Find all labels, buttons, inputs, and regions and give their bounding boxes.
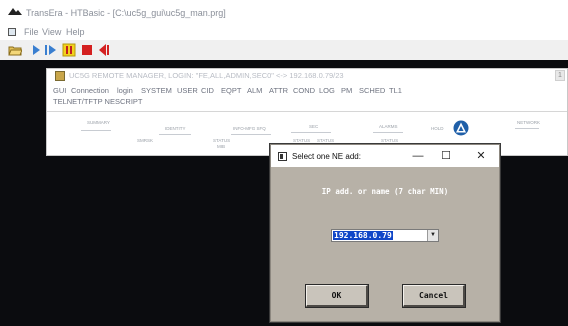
ok-button[interactable]: OK: [306, 285, 368, 307]
menu-script[interactable]: SCRIPT: [115, 96, 143, 107]
remote-manager-titlebar: UC5G REMOTE MANAGER, LOGIN: "FE,ALL,ADMI…: [47, 69, 567, 83]
menu-pm[interactable]: PM: [341, 85, 352, 96]
dialog-title: Select one NE add:: [292, 152, 361, 161]
toolbar-slot-line: [291, 132, 331, 133]
open-folder-icon[interactable]: [8, 43, 22, 57]
dialog-window-icon: [278, 152, 287, 161]
close-button[interactable]: ✕: [472, 148, 490, 164]
menu-cond[interactable]: COND: [293, 85, 315, 96]
toolbar-slot-line: [159, 134, 191, 135]
remote-manager-title: UC5G REMOTE MANAGER, LOGIN: "FE,ALL,ADMI…: [69, 71, 344, 80]
dialog-prompt: IP add. or name (7 char MIN): [321, 187, 449, 196]
run-icon[interactable]: [30, 43, 42, 57]
remote-manager-window: UC5G REMOTE MANAGER, LOGIN: "FE,ALL,ADMI…: [46, 68, 568, 156]
app-title: TransEra - HTBasic - [C:\uc5g_gui\uc5g_m…: [26, 8, 226, 18]
minimize-button[interactable]: —: [409, 148, 427, 164]
step-back-icon[interactable]: [96, 43, 110, 57]
toolbar-label-status[interactable]: STATUS: [213, 138, 230, 143]
menu-tl1[interactable]: TL1: [389, 85, 402, 96]
menu-eqpt[interactable]: EQPT: [221, 85, 241, 96]
toolbar-label-sec[interactable]: SEC: [309, 124, 318, 129]
ne-address-value[interactable]: 192.168.0.79: [333, 231, 393, 240]
toolbar-label-info-mfg-sfq[interactable]: INFO-MFG SFQ: [233, 126, 266, 131]
toolbar-slot-line: [231, 134, 271, 135]
menu-cid[interactable]: CID: [201, 85, 214, 96]
menu-sched[interactable]: SCHED: [359, 85, 385, 96]
toolbar-slot-line: [373, 132, 403, 133]
toolbar-label-alarms[interactable]: ALARMS: [379, 124, 398, 129]
menu-log[interactable]: LOG: [319, 85, 335, 96]
toolbar-slot-line: [515, 128, 539, 129]
menu-view[interactable]: View: [42, 27, 61, 37]
menu-attr[interactable]: ATTR: [269, 85, 288, 96]
toolbar-label-status-4[interactable]: STATUS: [381, 138, 398, 143]
menu-telnet-tftp-ne[interactable]: TELNET/TFTP NE: [53, 96, 115, 107]
menu-connection[interactable]: Connection: [71, 85, 109, 96]
toolbar-label-status-2[interactable]: STATUS: [293, 138, 310, 143]
window-control-button[interactable]: 1: [555, 70, 565, 81]
toolbar-slot-line: [81, 130, 111, 131]
toolbar-label-identity[interactable]: IDENTITY: [165, 126, 186, 131]
continue-icon[interactable]: [44, 43, 58, 57]
chevron-down-icon[interactable]: ▼: [427, 230, 438, 241]
menu-user[interactable]: USER: [177, 85, 198, 96]
remote-manager-menu: GUI Connection login SYSTEM USER CID EQP…: [53, 85, 563, 109]
menu-help[interactable]: Help: [66, 27, 85, 37]
menu-file[interactable]: File: [24, 27, 39, 37]
menu-login[interactable]: login: [117, 85, 133, 96]
menu-gui[interactable]: GUI: [53, 85, 66, 96]
toolbar-label-network[interactable]: NETWORK: [517, 120, 540, 125]
pause-icon[interactable]: [62, 43, 76, 57]
toolbar-label-mib[interactable]: MIB: [217, 144, 225, 149]
select-ne-dialog: Select one NE add: — ☐ ✕ IP add. or name…: [270, 144, 500, 322]
maximize-button[interactable]: ☐: [437, 148, 455, 164]
app-titlebar: TransEra - HTBasic - [C:\uc5g_gui\uc5g_m…: [0, 0, 568, 24]
cancel-button[interactable]: Cancel: [403, 285, 465, 307]
menu-system[interactable]: SYSTEM: [141, 85, 172, 96]
menubar: File View Help: [0, 24, 568, 40]
toolbar-label-summary[interactable]: SUMMARY: [87, 120, 110, 125]
ne-address-combobox[interactable]: 192.168.0.79 ▼: [331, 229, 439, 242]
stop-icon[interactable]: [80, 43, 94, 57]
toolbar-label-hold[interactable]: HOLD: [431, 126, 444, 131]
document-icon[interactable]: [8, 28, 16, 36]
app-window-icon: [55, 71, 65, 81]
toolbar: [0, 40, 568, 61]
alarm-status-badge-icon[interactable]: [453, 120, 469, 136]
dialog-titlebar: Select one NE add: — ☐ ✕: [271, 145, 499, 167]
toolbar-label-smrsk[interactable]: SMRSK: [137, 138, 153, 143]
transera-logo-icon: [8, 8, 22, 15]
toolbar-label-status-3[interactable]: STATUS: [317, 138, 334, 143]
menu-alm[interactable]: ALM: [247, 85, 262, 96]
